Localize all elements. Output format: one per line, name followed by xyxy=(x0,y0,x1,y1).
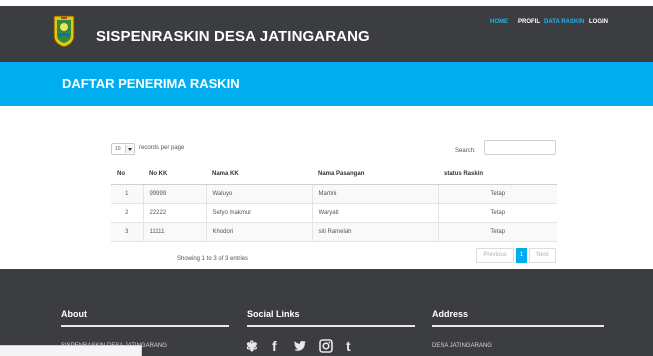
table-info: Showing 1 to 3 of 3 entries xyxy=(177,256,249,262)
footer-social-heading: Social Links xyxy=(247,309,300,319)
top-navbar: SISPENRASKIN DESA JATINGARANG HOME PROFI… xyxy=(0,6,653,62)
column-header-nama-kk[interactable]: Nama KK xyxy=(206,164,312,185)
page-1-button[interactable]: 1 xyxy=(516,248,527,263)
table-row: 2 22222 Setyo makmur Waryati Tetap xyxy=(111,203,557,223)
cell-no-kk: 99999 xyxy=(143,184,207,204)
column-header-no-kk[interactable]: No KK xyxy=(143,164,206,185)
nav-data-raskin[interactable]: DATA RASKIN xyxy=(544,19,584,25)
cell-nama-pasangan: Martini xyxy=(312,184,439,204)
main-nav: HOME PROFIL DATA RASKIN LOGIN xyxy=(0,19,653,33)
dribbble-icon[interactable]: ✾ xyxy=(246,337,258,355)
cell-no-kk: 11111 xyxy=(143,222,207,242)
page-length-value: 10 xyxy=(115,146,121,152)
cell-nama-pasangan: siti Ramelah xyxy=(312,222,439,242)
instagram-icon[interactable] xyxy=(319,337,333,355)
browser-status-url xyxy=(0,345,142,356)
column-header-status-raskin[interactable]: status Raskin xyxy=(438,164,557,185)
raskin-table: No No KK Nama KK Nama Pasangan status Ra… xyxy=(111,164,557,242)
cell-nama-kk: Waluyo xyxy=(206,184,313,204)
cell-status-raskin: Tetap xyxy=(438,203,557,223)
column-header-no[interactable]: No xyxy=(111,164,143,185)
page-title: DAFTAR PENERIMA RASKIN xyxy=(62,76,240,91)
cell-status-raskin: Tetap xyxy=(438,184,557,204)
records-per-page-label: records per page xyxy=(139,145,185,151)
next-page-button[interactable]: Next xyxy=(529,248,556,263)
search-label: Search: xyxy=(455,148,476,154)
facebook-icon[interactable]: f xyxy=(272,337,277,355)
table-header-row: No No KK Nama KK Nama Pasangan status Ra… xyxy=(111,164,557,185)
site-footer: About SISPENRASKIN DESA JATINGARANG Soci… xyxy=(0,269,653,356)
nav-profil[interactable]: PROFIL xyxy=(518,19,540,25)
twitter-icon[interactable] xyxy=(293,337,307,355)
tumblr-icon[interactable]: t xyxy=(346,337,351,355)
chevron-down-icon[interactable] xyxy=(125,145,133,153)
column-header-nama-pasangan[interactable]: Nama Pasangan xyxy=(312,164,438,185)
footer-address-divider xyxy=(432,325,604,327)
previous-page-button[interactable]: Previous xyxy=(476,248,514,263)
cell-nama-kk: Setyo makmur xyxy=(206,203,313,223)
cell-no: 3 xyxy=(111,222,144,242)
table-row: 1 99999 Waluyo Martini Tetap xyxy=(111,184,557,204)
cell-no: 2 xyxy=(111,203,144,223)
page-length-select[interactable]: 10 xyxy=(111,143,135,155)
main-content: 10 records per page Search: No No KK Nam… xyxy=(0,106,653,269)
cell-no: 1 xyxy=(111,184,144,204)
footer-social-divider xyxy=(247,325,415,327)
page-banner: DAFTAR PENERIMA RASKIN xyxy=(0,62,653,106)
cell-status-raskin: Tetap xyxy=(438,222,557,242)
cell-nama-pasangan: Waryati xyxy=(312,203,439,223)
footer-address-text: DESA JATINGARANG xyxy=(432,343,492,349)
cell-no-kk: 22222 xyxy=(143,203,207,223)
footer-about-heading: About xyxy=(61,309,87,319)
footer-address-heading: Address xyxy=(432,309,469,319)
search-input[interactable] xyxy=(484,140,556,155)
table-row: 3 11111 Khodori siti Ramelah Tetap xyxy=(111,222,557,242)
nav-home[interactable]: HOME xyxy=(490,19,508,25)
nav-login[interactable]: LOGIN xyxy=(589,19,608,25)
footer-about-divider xyxy=(61,325,229,327)
cell-nama-kk: Khodori xyxy=(206,222,313,242)
